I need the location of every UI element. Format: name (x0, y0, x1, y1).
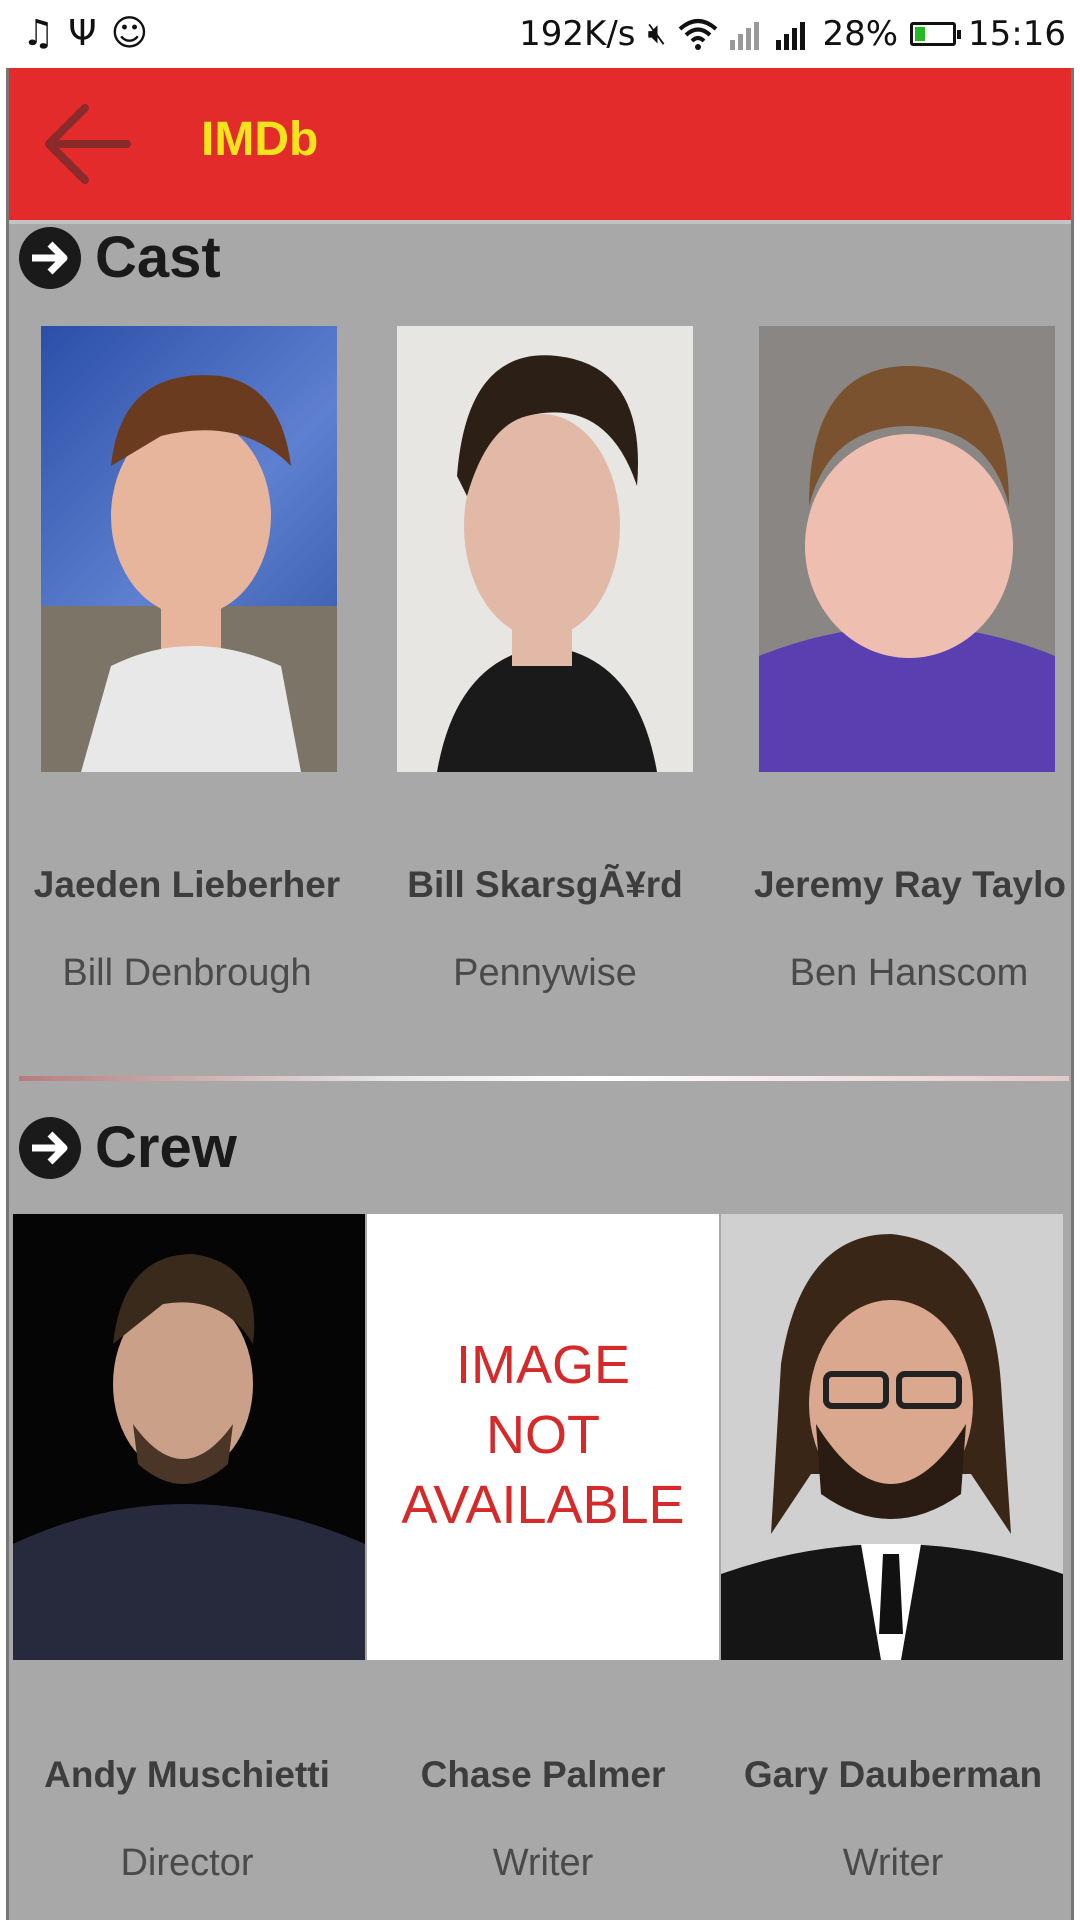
actor-photo (397, 326, 693, 772)
crew-job: Writer (842, 1842, 944, 1884)
placeholder-text: AVAILABLE (401, 1475, 685, 1535)
crew-photo (13, 1214, 365, 1660)
crew-job: Writer (492, 1842, 594, 1884)
actor-photo (41, 326, 337, 772)
back-button[interactable] (41, 100, 133, 188)
actor-name: Jeremy Ray Taylo (754, 864, 1066, 905)
character-name: Pennywise (453, 952, 637, 994)
arrow-right-icon (19, 1116, 81, 1179)
character-name: Bill Denbrough (62, 952, 312, 994)
actor-photo (759, 326, 1055, 772)
back-arrow-icon (45, 104, 131, 184)
clock: 15:16 (968, 14, 1066, 54)
section-divider (19, 1076, 1069, 1081)
section-title: Crew (95, 1115, 237, 1180)
crew-job: Director (120, 1842, 254, 1884)
usb-icon: Ψ (68, 13, 97, 54)
battery-percent: 28% (822, 14, 899, 54)
crew-name: Andy Muschietti (44, 1754, 330, 1795)
actor-name: Bill SkarsgÃ¥rd (407, 864, 683, 905)
section-title: Cast (95, 225, 221, 290)
music-note-icon: ♫ (22, 13, 55, 54)
signal-icon (730, 22, 760, 50)
app-bar: IMDb (9, 68, 1071, 224)
app-title: IMDb (201, 113, 319, 166)
image-not-available-placeholder: IMAGE NOT AVAILABLE (367, 1214, 719, 1660)
crew-name: Chase Palmer (420, 1754, 666, 1795)
character-name: Ben Hanscom (789, 952, 1029, 994)
crew-photo (721, 1214, 1063, 1660)
placeholder-text: NOT (486, 1405, 600, 1465)
battery-icon (910, 22, 962, 46)
battery-level (915, 27, 926, 41)
signal-icon (776, 22, 806, 50)
smiley-icon: ☺ (110, 13, 149, 54)
crew-name: Gary Dauberman (743, 1754, 1043, 1795)
mute-icon: 🔇︎ (647, 16, 667, 51)
cast-header: Cast (19, 224, 221, 291)
app-screen: IMDb Cast Jaeden Lieberher Bill Denbroug… (6, 68, 1074, 1920)
network-speed: 192K/s (519, 14, 636, 54)
crew-header: Crew (19, 1114, 237, 1181)
actor-name: Jaeden Lieberher (33, 864, 341, 905)
placeholder-text: IMAGE (455, 1335, 631, 1395)
arrow-right-icon (19, 226, 81, 289)
wifi-icon (679, 19, 718, 50)
status-bar: ♫ Ψ ☺ 192K/s 🔇︎ 28% 15:16 (0, 0, 1080, 68)
